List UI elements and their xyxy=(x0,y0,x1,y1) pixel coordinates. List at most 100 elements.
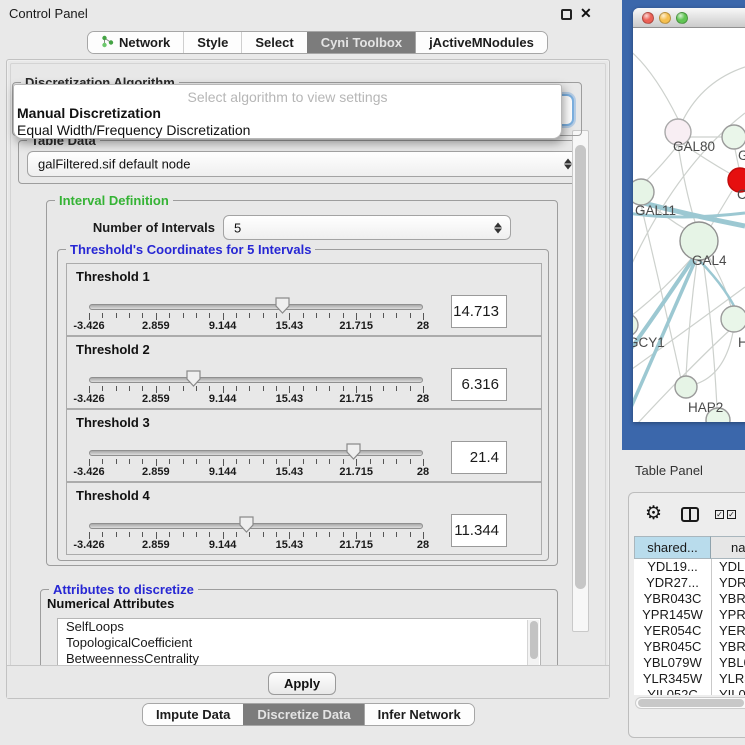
threshold-value-field[interactable]: 11.344 xyxy=(451,514,507,547)
table-horizontal-scrollbar[interactable] xyxy=(635,697,745,709)
tick-mark xyxy=(196,313,197,318)
cell-shared-name: YBR045C xyxy=(634,639,711,655)
tab-select[interactable]: Select xyxy=(241,32,306,53)
network-node[interactable] xyxy=(675,376,697,398)
tab-network[interactable]: Network xyxy=(88,32,183,53)
slider-track[interactable] xyxy=(89,450,423,456)
table-row[interactable]: YIL052CYIL0 xyxy=(634,687,745,695)
network-node[interactable] xyxy=(633,314,638,336)
minimize-traffic-light[interactable] xyxy=(659,12,671,24)
tab-style[interactable]: Style xyxy=(183,32,241,53)
slider-handle[interactable] xyxy=(186,370,201,392)
table-row[interactable]: YBR043CYBR0 xyxy=(634,591,745,607)
combo-arrows-icon xyxy=(494,222,502,233)
tick-mark xyxy=(423,459,424,466)
tick-label: 2.859 xyxy=(142,466,170,478)
network-edge[interactable] xyxy=(641,205,681,379)
slider-track[interactable] xyxy=(89,523,423,529)
tick-mark xyxy=(263,313,264,318)
tick-mark xyxy=(236,532,237,537)
columns-icon[interactable] xyxy=(681,507,699,522)
network-window-titlebar[interactable] xyxy=(633,8,745,28)
tab-jactivemnodules[interactable]: jActiveMNodules xyxy=(415,32,547,53)
apply-button[interactable]: Apply xyxy=(268,672,336,695)
tick-label: 9.144 xyxy=(209,539,237,551)
slider-track[interactable] xyxy=(89,304,423,310)
threshold-value-field[interactable]: 14.713 xyxy=(451,295,507,328)
list-scrollbar[interactable] xyxy=(527,620,539,666)
tick-label: -3.426 xyxy=(73,466,104,478)
network-edge[interactable] xyxy=(703,260,717,408)
zoom-traffic-light[interactable] xyxy=(676,12,688,24)
tick-mark xyxy=(236,313,237,318)
list-item[interactable]: TopologicalCoefficient xyxy=(58,635,540,651)
tab-label: Impute Data xyxy=(156,707,230,722)
checkbox-icon[interactable]: ✓ xyxy=(727,510,736,519)
table-row[interactable]: YER054CYER0 xyxy=(634,623,745,639)
table-row[interactable]: YBL079WYBL0 xyxy=(634,655,745,671)
tab-infer-network[interactable]: Infer Network xyxy=(364,704,474,725)
tab-discretize-data[interactable]: Discretize Data xyxy=(243,704,363,725)
tick-mark xyxy=(89,386,90,393)
threshold-value-field[interactable]: 21.4 xyxy=(451,441,507,474)
list-item[interactable]: BetweennessCentrality xyxy=(58,651,540,666)
tick-mark xyxy=(383,313,384,318)
tick-mark xyxy=(116,532,117,537)
slider-handle[interactable] xyxy=(275,297,290,319)
numerical-attributes-list[interactable]: SelfLoopsTopologicalCoefficientBetweenne… xyxy=(57,618,541,666)
checkbox-icon[interactable]: ✓ xyxy=(715,510,724,519)
table-data-combobox[interactable]: galFiltered.sif default node xyxy=(27,151,581,177)
column-header[interactable]: na xyxy=(711,536,745,559)
algorithm-option[interactable]: Manual Discretization xyxy=(17,105,161,121)
column-header[interactable]: shared... xyxy=(634,536,711,559)
tick-mark xyxy=(223,313,224,320)
slider-tick-labels: -3.4262.8599.14415.4321.71528 xyxy=(89,466,423,479)
gear-icon[interactable]: ⚙ xyxy=(645,504,662,524)
tick-mark xyxy=(156,313,157,320)
close-traffic-light[interactable] xyxy=(642,12,654,24)
network-node[interactable] xyxy=(721,306,745,332)
tick-mark xyxy=(156,459,157,466)
network-node[interactable] xyxy=(633,179,654,205)
tick-mark xyxy=(89,313,90,320)
table-column-headers: shared...na xyxy=(634,536,745,559)
network-node[interactable] xyxy=(722,125,745,149)
tab-cyni-toolbox[interactable]: Cyni Toolbox xyxy=(307,32,415,53)
table-row[interactable]: YPR145WYPR1 xyxy=(634,607,745,623)
network-edge[interactable] xyxy=(633,49,678,119)
checkboxes-icon[interactable]: ✓ ✓ xyxy=(715,510,736,519)
slider-handle[interactable] xyxy=(346,443,361,465)
table-row[interactable]: YBR045CYBR0 xyxy=(634,639,745,655)
slider-tick-labels: -3.4262.8599.14415.4321.71528 xyxy=(89,320,423,333)
tick-mark xyxy=(142,313,143,318)
tab-label: Select xyxy=(255,35,293,50)
table-row[interactable]: YDR27...YDR2 xyxy=(634,575,745,591)
tick-mark xyxy=(249,459,250,464)
threshold-value-field[interactable]: 6.316 xyxy=(451,368,507,401)
tick-mark xyxy=(129,313,130,318)
network-edge[interactable] xyxy=(683,67,745,120)
panel-vertical-scrollbar[interactable] xyxy=(572,130,589,632)
float-icon[interactable] xyxy=(561,9,572,20)
network-window[interactable]: GAL80GCGAL11GAL4GCY1HHAP2 xyxy=(633,8,745,422)
list-item[interactable]: SelfLoops xyxy=(58,619,540,635)
tick-mark xyxy=(183,313,184,318)
tick-mark xyxy=(236,386,237,391)
tab-impute-data[interactable]: Impute Data xyxy=(143,704,243,725)
tick-label: 15.43 xyxy=(276,393,304,405)
network-canvas[interactable]: GAL80GCGAL11GAL4GCY1HHAP2 xyxy=(633,29,745,422)
algorithm-option[interactable]: Equal Width/Frequency Discretization xyxy=(17,122,250,138)
table-row[interactable]: YLR345WYLR3 xyxy=(634,671,745,687)
slider-track[interactable] xyxy=(89,377,423,383)
table-row[interactable]: YDL19...YDL1 xyxy=(634,559,745,575)
network-view-frame: GAL80GCGAL11GAL4GCY1HHAP2 xyxy=(622,0,745,450)
tick-mark xyxy=(329,459,330,464)
tick-mark xyxy=(276,532,277,537)
tick-mark xyxy=(303,386,304,391)
slider-handle[interactable] xyxy=(239,516,254,538)
close-icon[interactable]: ✕ xyxy=(580,5,592,22)
number-of-intervals-value: 5 xyxy=(234,220,241,235)
number-of-intervals-combobox[interactable]: 5 xyxy=(223,215,511,240)
tick-mark xyxy=(383,532,384,537)
tick-label: 9.144 xyxy=(209,393,237,405)
